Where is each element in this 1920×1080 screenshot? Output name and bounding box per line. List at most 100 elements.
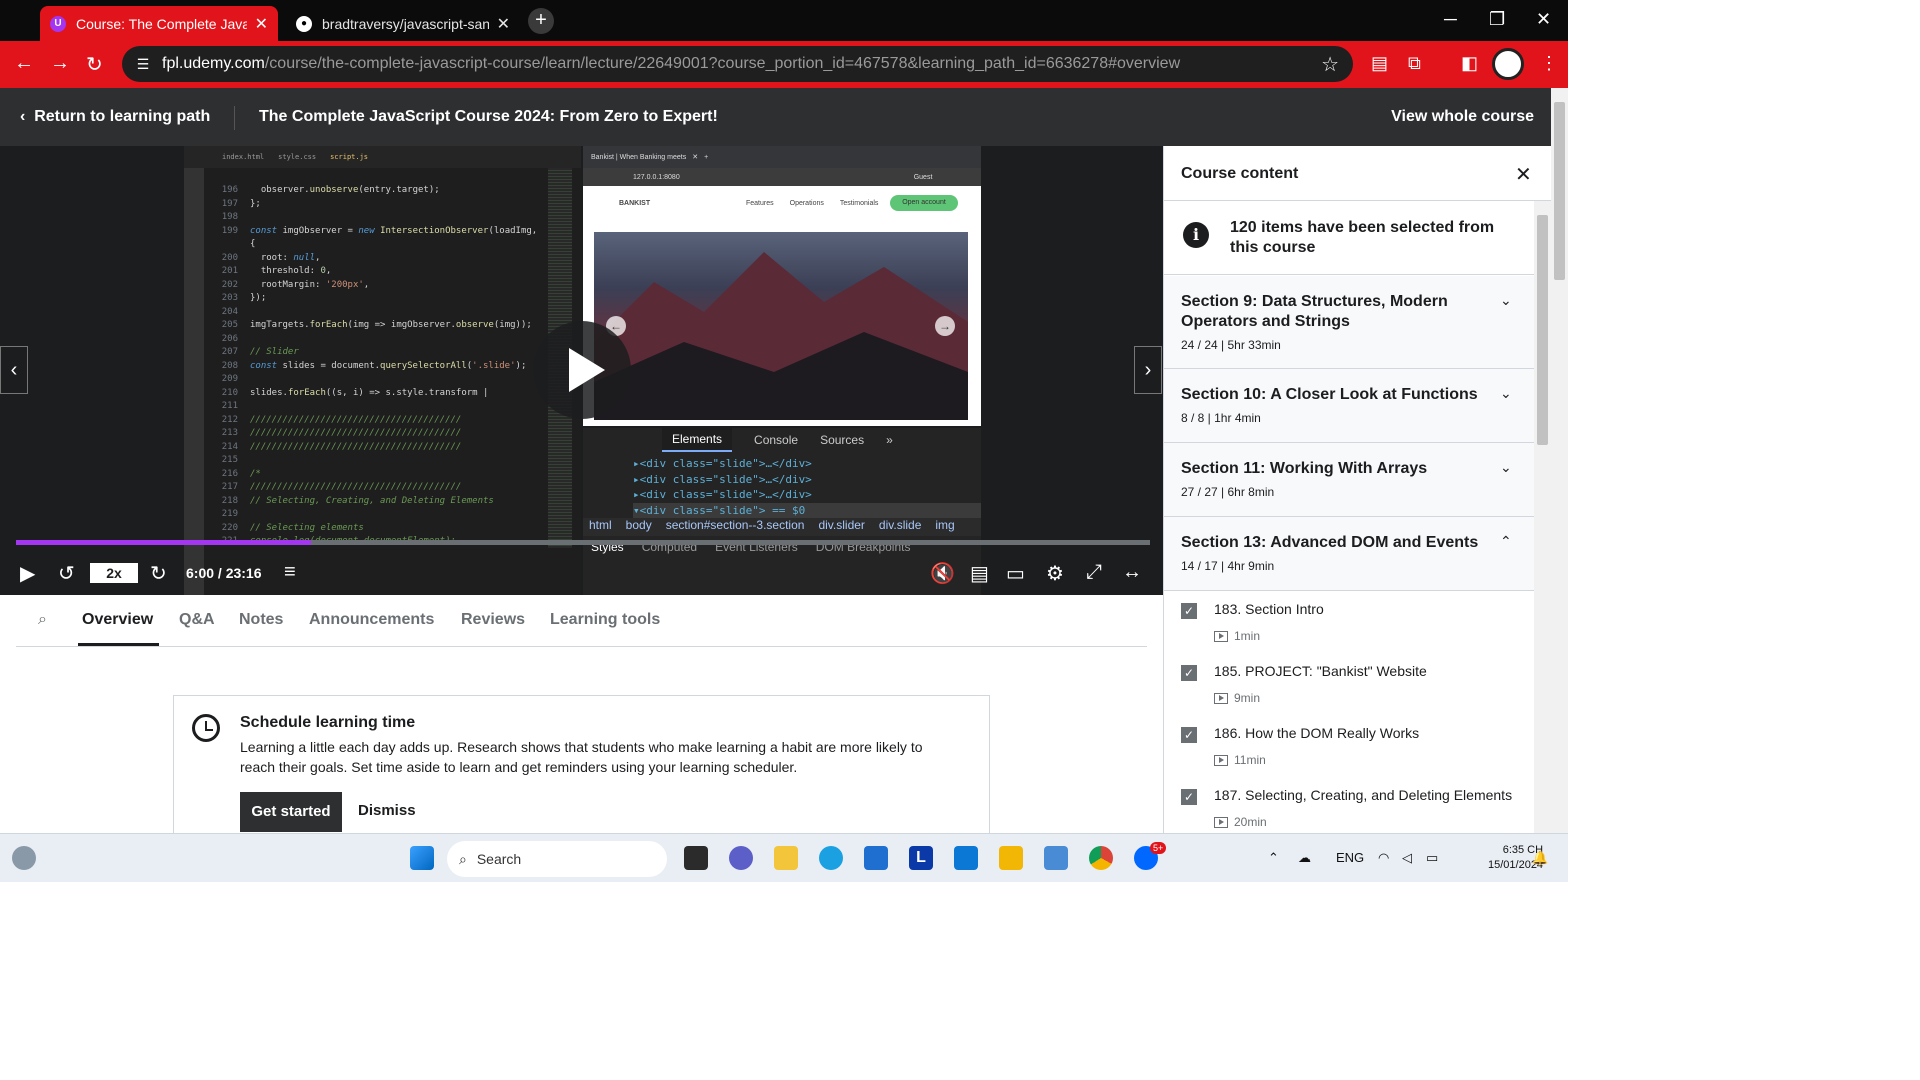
cloud-icon[interactable]: ☁ [1298, 850, 1311, 866]
scrollbar-thumb[interactable] [1537, 215, 1548, 445]
code-line: 212/////////////////////////////////////… [221, 414, 462, 425]
completed-checkbox[interactable]: ✓ [1181, 665, 1197, 681]
chrome-icon[interactable] [1089, 846, 1113, 870]
view-whole-course-link[interactable]: View whole course [1391, 108, 1534, 126]
activity-bar [184, 168, 204, 595]
section-header[interactable]: Section 9: Data Structures, Modern Opera… [1164, 276, 1534, 369]
page-scrollbar[interactable] [1551, 88, 1568, 833]
lesson-title: 185. PROJECT: "Bankist" Website [1214, 663, 1427, 679]
scrollbar-thumb[interactable] [1554, 102, 1565, 280]
tab-qa[interactable]: Q&A [179, 611, 215, 629]
edge-icon[interactable] [819, 846, 843, 870]
close-window-icon[interactable]: ✕ [1536, 9, 1551, 30]
wifi-icon[interactable]: ◠ [1378, 850, 1389, 866]
app-icon[interactable] [999, 846, 1023, 870]
close-tab-icon[interactable]: ✕ [497, 14, 510, 34]
fullscreen-icon[interactable]: ⤢ [1086, 561, 1102, 584]
app-l-icon[interactable]: L [909, 846, 933, 870]
browser-tab-github[interactable]: ● bradtraversy/javascript-sandbox ✕ [286, 6, 520, 41]
menu-kebab-icon[interactable]: ⋮ [1540, 53, 1558, 74]
get-started-button[interactable]: Get started [240, 792, 342, 832]
list-item[interactable]: ✓ 183. Section Intro 1min [1164, 591, 1534, 653]
card-body: Learning a little each day adds up. Rese… [240, 739, 923, 775]
expand-width-icon[interactable]: ↔ [1122, 561, 1142, 584]
playback-rate-button[interactable]: 2x [90, 563, 138, 583]
new-tab-button[interactable]: + [528, 8, 554, 34]
code-line: 203}); [221, 293, 267, 303]
big-play-button[interactable] [533, 321, 631, 419]
language-indicator[interactable]: ENG [1336, 850, 1364, 865]
video-time: 6:00 / 23:16 [186, 565, 262, 581]
card-title: Schedule learning time [240, 714, 416, 731]
add-note-icon[interactable]: ≡ [284, 561, 296, 584]
browser-tab-udemy[interactable]: U Course: The Complete JavaScript ✕ [40, 6, 278, 41]
list-item[interactable]: ✓ 187. Selecting, Creating, and Deleting… [1164, 777, 1534, 833]
notifications-bell-icon[interactable]: 🔔 [1532, 850, 1548, 866]
close-tab-icon[interactable]: ✕ [255, 14, 268, 34]
meet-icon[interactable] [729, 846, 753, 870]
breadcrumb-item: body [625, 518, 652, 532]
rewind-5s-icon[interactable]: ↺ [58, 561, 75, 586]
minimize-icon[interactable]: ─ [1444, 9, 1457, 30]
transcript-icon[interactable]: ▤ [970, 561, 989, 586]
next-lecture-button[interactable]: › [1134, 346, 1162, 394]
maximize-icon[interactable]: ❐ [1489, 9, 1505, 30]
code-line: 218// Selecting, Creating, and Deleting … [221, 495, 494, 506]
volume-muted-icon[interactable]: 🔇 [930, 561, 955, 586]
tab-title: Course: The Complete JavaScript [76, 15, 247, 32]
taskbar-search[interactable]: ⌕ Search [447, 841, 667, 877]
list-item[interactable]: ✓ 185. PROJECT: "Bankist" Website 9min [1164, 653, 1534, 715]
completed-checkbox[interactable]: ✓ [1181, 603, 1197, 619]
speaker-icon[interactable]: ◁ [1402, 850, 1412, 866]
tab-reviews[interactable]: Reviews [461, 611, 525, 629]
weather-icon[interactable] [12, 846, 36, 870]
back-arrow-icon[interactable]: ← [14, 52, 34, 75]
forward-arrow-icon[interactable]: → [50, 52, 70, 75]
avatar[interactable] [1492, 48, 1524, 80]
play-icon[interactable]: ▶ [20, 561, 35, 586]
lesson-duration: 11min [1214, 753, 1266, 767]
return-to-learning-path-link[interactable]: ‹ Return to learning path [20, 108, 210, 126]
side-panel-icon[interactable]: ◧ [1461, 53, 1478, 74]
vscode-icon[interactable] [954, 846, 978, 870]
completed-checkbox[interactable]: ✓ [1181, 789, 1197, 805]
section-header[interactable]: Section 11: Working With Arrays 27 / 27 … [1164, 443, 1534, 517]
site-info-icon[interactable]: ☰ [132, 53, 154, 75]
tab-overview[interactable]: Overview [82, 611, 153, 629]
bookmark-star-icon[interactable]: ☆ [1321, 52, 1339, 77]
sidebar-scrollbar[interactable] [1534, 201, 1551, 833]
section-title: Section 9: Data Structures, Modern Opera… [1181, 293, 1448, 330]
dismiss-button[interactable]: Dismiss [358, 802, 416, 819]
notepad-icon[interactable] [1044, 846, 1068, 870]
file-explorer-icon[interactable] [774, 846, 798, 870]
tab-notes[interactable]: Notes [239, 611, 283, 629]
code-line: 197}; [221, 198, 261, 209]
inner-profile: Guest [913, 173, 933, 181]
captions-icon[interactable]: ▭ [1006, 561, 1025, 586]
puzzle-extensions-icon[interactable]: ⧉ [1408, 53, 1421, 74]
windows-start-icon[interactable] [410, 846, 434, 870]
battery-icon[interactable]: ▭ [1426, 850, 1438, 866]
completed-checkbox[interactable]: ✓ [1181, 727, 1197, 743]
extension-icon[interactable]: ▤ [1371, 53, 1388, 74]
reload-icon[interactable]: ↻ [86, 52, 103, 77]
video-progress-bar[interactable] [16, 540, 1150, 545]
task-view-icon[interactable] [684, 846, 708, 870]
settings-gear-icon[interactable]: ⚙ [1046, 561, 1064, 586]
search-icon[interactable]: ⌕ [38, 611, 47, 629]
store-icon[interactable] [864, 846, 888, 870]
section-header[interactable]: Section 13: Advanced DOM and Events 14 /… [1164, 517, 1534, 591]
section-title: Section 13: Advanced DOM and Events [1181, 534, 1479, 551]
close-sidebar-icon[interactable]: ✕ [1515, 162, 1532, 187]
previous-lecture-button[interactable]: ‹ [0, 346, 28, 394]
chevron-up-icon[interactable]: ⌃ [1268, 850, 1279, 866]
video-player[interactable]: index.html style.css script.js 196 obser… [0, 146, 1163, 595]
chevron-down-icon: ⌄ [1500, 292, 1512, 308]
tab-announcements[interactable]: Announcements [309, 611, 434, 629]
tab-learning-tools[interactable]: Learning tools [550, 611, 660, 629]
list-item[interactable]: ✓ 186. How the DOM Really Works 11min [1164, 715, 1534, 777]
forward-5s-icon[interactable]: ↻ [150, 561, 167, 586]
search-label: Search [476, 851, 522, 867]
address-bar[interactable]: ☰ fpl.udemy.com/course/the-complete-java… [122, 46, 1353, 82]
section-header[interactable]: Section 10: A Closer Look at Functions 8… [1164, 369, 1534, 443]
